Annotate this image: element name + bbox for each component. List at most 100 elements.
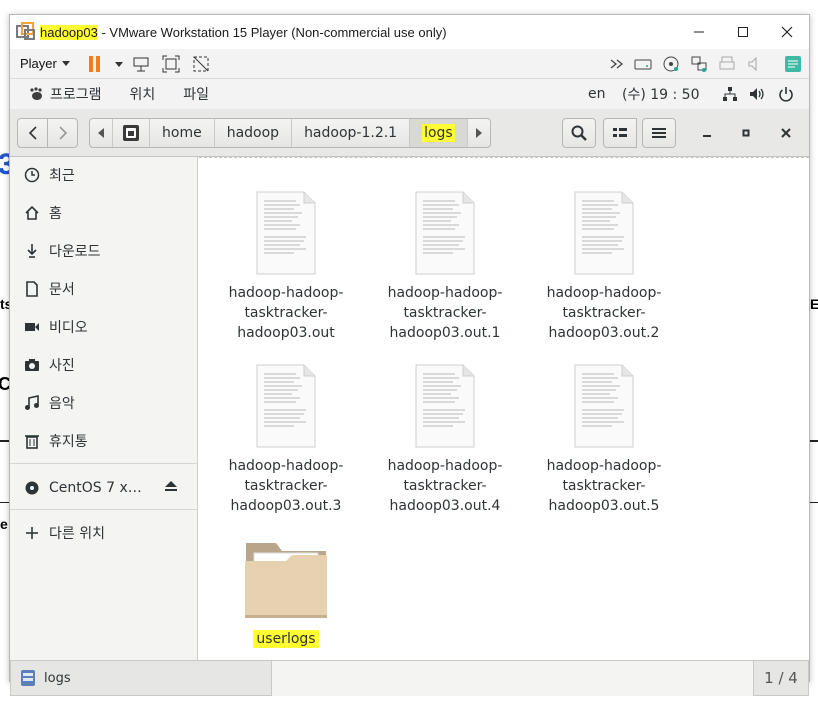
chevron-left-icon xyxy=(28,126,37,140)
file-item[interactable]: hadoop-hadoop-tasktracker-hadoop03.out xyxy=(211,191,361,343)
path-root-button[interactable] xyxy=(113,119,150,147)
back-button[interactable] xyxy=(17,118,48,148)
view-mode-button[interactable] xyxy=(603,118,637,148)
eject-icon[interactable] xyxy=(164,480,178,496)
sidebar-separator xyxy=(10,509,198,510)
gnome-foot-icon xyxy=(30,87,42,100)
path-crumb-hadoop-1-2-1[interactable]: hadoop-1.2.1 xyxy=(292,119,411,147)
sidebar-item-recent[interactable]: 최근 xyxy=(10,157,198,193)
sidebar-item-label: 최근 xyxy=(49,168,75,184)
player-menu-button[interactable]: Player xyxy=(20,56,70,71)
close-button[interactable] xyxy=(765,15,809,49)
files-minimize-button[interactable] xyxy=(693,118,721,148)
window-title-rest: - VMware Workstation 15 Player (Non-comm… xyxy=(97,24,447,40)
file-name: hadoop-hadoop-tasktracker-hadoop03.out.5 xyxy=(546,458,662,514)
forward-button[interactable] xyxy=(47,118,78,148)
more-devices-button[interactable] xyxy=(608,55,626,73)
status-location: logs xyxy=(10,660,272,696)
background-fragment: E xyxy=(810,296,818,312)
sidebar-item-label: 휴지통 xyxy=(49,434,88,450)
sidebar-item-pictures[interactable]: 사진 xyxy=(10,347,198,383)
file-item[interactable]: hadoop-hadoop-tasktracker-hadoop03.out.2 xyxy=(529,191,679,343)
sidebar-item-downloads[interactable]: 다운로드 xyxy=(10,233,198,269)
fit-guest-button[interactable] xyxy=(162,55,180,73)
places-menu[interactable]: 위치 xyxy=(120,84,166,104)
printer-device[interactable] xyxy=(718,55,736,73)
printer-icon xyxy=(719,56,735,70)
files-maximize-button[interactable] xyxy=(732,118,760,148)
files-label: 파일 xyxy=(183,87,210,103)
path-crumb-logs[interactable]: logs xyxy=(410,119,468,147)
text-file-icon xyxy=(574,364,634,448)
file-name: hadoop-hadoop-tasktracker-hadoop03.out.3 xyxy=(228,458,344,514)
plus-icon xyxy=(23,524,41,542)
drive-root-icon xyxy=(123,125,139,141)
file-item[interactable]: hadoop-hadoop-tasktracker-hadoop03.out.4 xyxy=(370,364,520,516)
fit-window-icon xyxy=(162,55,180,73)
network-indicator[interactable] xyxy=(722,79,738,109)
input-language-indicator[interactable]: en xyxy=(588,79,606,109)
sidebar-item-label: 비디오 xyxy=(49,320,88,336)
applications-menu[interactable]: 프로그램 xyxy=(18,84,112,104)
minimize-button[interactable] xyxy=(677,15,721,49)
folder-icon xyxy=(245,543,327,618)
path-crumb-hadoop[interactable]: hadoop xyxy=(215,119,293,147)
home-icon xyxy=(23,204,41,222)
sidebar-item-home[interactable]: 홈 xyxy=(10,195,198,231)
sidebar-item-label: 음악 xyxy=(49,396,75,412)
send-ctrl-alt-del-button[interactable] xyxy=(132,55,150,73)
cd-icon xyxy=(663,56,679,72)
file-item[interactable]: hadoop-hadoop-tasktracker-hadoop03.out.3 xyxy=(211,364,361,516)
status-bar: logs 1 / 4 xyxy=(10,660,809,696)
text-file-icon xyxy=(256,364,316,448)
folder-item[interactable]: userlogs xyxy=(211,537,361,649)
power-indicator[interactable] xyxy=(778,79,794,109)
file-item[interactable]: hadoop-hadoop-tasktracker-hadoop03.out.1 xyxy=(370,191,520,343)
crumb-label: logs xyxy=(422,124,455,142)
sidebar-item-device[interactable]: CentOS 7 x… xyxy=(10,470,198,506)
unity-button[interactable] xyxy=(192,55,210,73)
camera-icon xyxy=(23,356,41,374)
clock[interactable]: (수) 19 : 50 xyxy=(622,79,700,109)
sidebar-item-label: 사진 xyxy=(49,358,75,374)
hamburger-menu-icon xyxy=(652,128,666,138)
file-name: hadoop-hadoop-tasktracker-hadoop03.out xyxy=(228,285,344,341)
file-item[interactable]: hadoop-hadoop-tasktracker-hadoop03.out.5 xyxy=(529,364,679,516)
file-name: hadoop-hadoop-tasktracker-hadoop03.out.1 xyxy=(387,285,503,341)
clock-icon xyxy=(23,166,41,184)
file-name: hadoop-hadoop-tasktracker-hadoop03.out.4 xyxy=(387,458,503,514)
search-button[interactable] xyxy=(562,118,596,148)
places-label: 위치 xyxy=(129,87,156,103)
maximize-icon xyxy=(738,27,748,37)
page-indicator-label: 1 / 4 xyxy=(764,669,798,687)
files-app-menu[interactable]: 파일 xyxy=(173,84,219,104)
network-device[interactable] xyxy=(690,55,708,73)
pause-button[interactable] xyxy=(86,55,104,73)
optical-disc-icon xyxy=(23,479,41,497)
path-scroll-right[interactable] xyxy=(468,119,490,147)
page-indicator: 1 / 4 xyxy=(753,660,809,696)
files-close-button[interactable] xyxy=(772,118,800,148)
menu-button[interactable] xyxy=(642,118,676,148)
download-icon xyxy=(23,242,41,260)
volume-indicator[interactable] xyxy=(748,79,766,109)
pause-icon xyxy=(89,56,100,72)
path-crumb-home[interactable]: home xyxy=(150,119,215,147)
cd-drive-device[interactable] xyxy=(662,55,680,73)
close-icon xyxy=(781,128,791,138)
title-bar: hadoop03 - VMware Workstation 15 Player … xyxy=(10,15,809,49)
sidebar-item-trash[interactable]: 휴지통 xyxy=(10,423,198,459)
sidebar-item-music[interactable]: 음악 xyxy=(10,385,198,421)
hard-disk-device[interactable] xyxy=(634,55,652,73)
message-log-button[interactable] xyxy=(784,55,802,73)
sound-device[interactable] xyxy=(746,55,764,73)
sidebar-item-documents[interactable]: 문서 xyxy=(10,271,198,307)
triangle-left-icon xyxy=(98,128,104,138)
sidebar-item-other-locations[interactable]: 다른 위치 xyxy=(10,515,198,551)
sidebar-item-videos[interactable]: 비디오 xyxy=(10,309,198,345)
window-title: hadoop03 - VMware Workstation 15 Player … xyxy=(40,24,447,40)
maximize-button[interactable] xyxy=(721,15,765,49)
path-scroll-left[interactable] xyxy=(90,119,113,147)
power-dropdown-button[interactable] xyxy=(110,55,128,73)
minimize-icon xyxy=(703,135,711,137)
